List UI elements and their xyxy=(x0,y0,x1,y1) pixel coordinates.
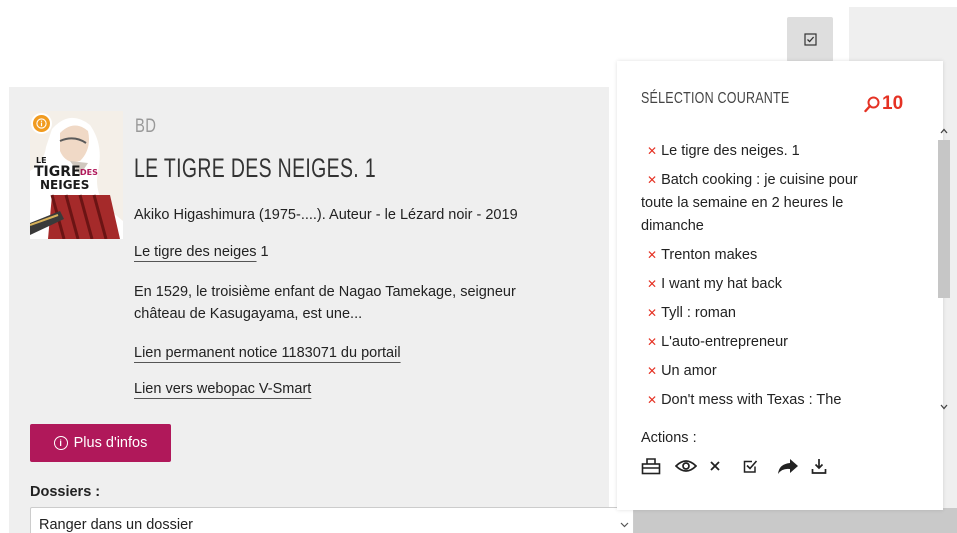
remove-icon[interactable]: ✕ xyxy=(647,306,657,320)
remove-icon[interactable]: ✕ xyxy=(647,144,657,158)
cover-title-des: DES xyxy=(80,168,98,177)
list-item[interactable]: ✕ Un amor xyxy=(641,360,867,389)
selection-actions xyxy=(641,453,845,479)
cover-title-neiges: NEIGES xyxy=(40,178,89,192)
info-glyph-icon xyxy=(36,118,47,129)
remove-icon[interactable]: ✕ xyxy=(647,248,657,262)
search-icon xyxy=(864,96,880,112)
info-icon[interactable] xyxy=(31,113,52,134)
share-action-button[interactable] xyxy=(777,453,811,479)
list-item[interactable]: ✕ Le tigre des neiges. 1 xyxy=(641,140,867,169)
list-item-label[interactable]: Trenton makes xyxy=(661,247,757,263)
info-circle-icon: i xyxy=(53,436,68,450)
list-item-label[interactable]: Le tigre des neiges. 1 xyxy=(661,143,800,159)
select-all-action-button[interactable] xyxy=(743,453,777,479)
checkbox-icon xyxy=(743,459,758,473)
remove-icon[interactable]: ✕ xyxy=(647,173,657,187)
list-item[interactable]: ✕ Don't mess with Texas : The xyxy=(641,389,867,416)
scroll-down-arrow[interactable] xyxy=(936,400,952,414)
view-action-button[interactable] xyxy=(675,453,709,479)
folder-select[interactable]: Ranger dans un dossier xyxy=(30,507,634,533)
list-item-label[interactable]: Batch cooking : je cuisine pour toute la… xyxy=(641,172,858,234)
authors-publisher-line: Akiko Higashimura (1975-....). Auteur - … xyxy=(134,207,518,223)
actions-label: Actions : xyxy=(641,430,697,446)
list-item[interactable]: ✕ L'auto-entrepreneur xyxy=(641,331,867,360)
selection-count[interactable]: 10 xyxy=(864,93,903,115)
list-item[interactable]: ✕ I want my hat back xyxy=(641,273,867,302)
series-line: Le tigre des neiges 1 xyxy=(134,244,269,260)
series-number: 1 xyxy=(256,244,269,260)
list-item[interactable]: ✕ Trenton makes xyxy=(641,244,867,273)
folders-label: Dossiers : xyxy=(30,484,101,500)
selection-toggle-button[interactable] xyxy=(787,17,833,62)
selection-count-value: 10 xyxy=(882,93,904,114)
list-item-label[interactable]: L'auto-entrepreneur xyxy=(661,334,788,350)
download-action-button[interactable] xyxy=(811,453,845,479)
basket-icon xyxy=(641,458,661,475)
record-description: En 1529, le troisième enfant de Nagao Ta… xyxy=(134,281,609,325)
background-band xyxy=(608,508,957,533)
more-info-button[interactable]: i Plus d'infos xyxy=(30,424,171,462)
folder-select-value: Ranger dans un dossier xyxy=(39,517,193,533)
webopac-link[interactable]: Lien vers webopac V-Smart xyxy=(134,381,311,397)
list-item-label[interactable]: Un amor xyxy=(661,363,717,379)
checkbox-icon xyxy=(803,33,817,46)
list-item-label[interactable]: Don't mess with Texas : The xyxy=(661,392,841,408)
scroll-up-arrow[interactable] xyxy=(936,124,952,138)
description-line-2: château de Kasugayama, est une... xyxy=(134,306,363,322)
close-icon xyxy=(710,461,720,471)
chevron-down-icon xyxy=(617,516,631,533)
document-type-label: BD xyxy=(135,116,157,137)
series-link[interactable]: Le tigre des neiges xyxy=(134,244,257,260)
eye-icon xyxy=(675,460,697,472)
remove-icon[interactable]: ✕ xyxy=(647,335,657,349)
list-item[interactable]: ✕ Tyll : roman xyxy=(641,302,867,331)
basket-action-button[interactable] xyxy=(641,453,675,479)
remove-icon[interactable]: ✕ xyxy=(647,364,657,378)
remove-icon[interactable]: ✕ xyxy=(647,277,657,291)
list-item-label[interactable]: Tyll : roman xyxy=(661,305,736,321)
record-title[interactable]: LE TIGRE DES NEIGES. 1 xyxy=(134,153,376,184)
share-arrow-icon xyxy=(778,458,798,474)
description-line-1: En 1529, le troisième enfant de Nagao Ta… xyxy=(134,284,516,300)
scrollbar-thumb[interactable] xyxy=(938,140,950,298)
download-icon xyxy=(811,458,827,474)
permalink-link[interactable]: Lien permanent notice 1183071 du portail xyxy=(134,345,401,361)
clear-action-button[interactable] xyxy=(709,453,743,479)
selection-list[interactable]: ✕ Le tigre des neiges. 1 ✕ Batch cooking :… xyxy=(641,140,923,416)
list-item[interactable]: ✕ Batch cooking : je cuisine pour toute l… xyxy=(641,169,867,244)
selection-panel-title: SÉLECTION COURANTE xyxy=(641,90,790,107)
more-info-label: Plus d'infos xyxy=(73,435,148,451)
list-item-label[interactable]: I want my hat back xyxy=(661,276,782,292)
remove-icon[interactable]: ✕ xyxy=(647,393,657,407)
